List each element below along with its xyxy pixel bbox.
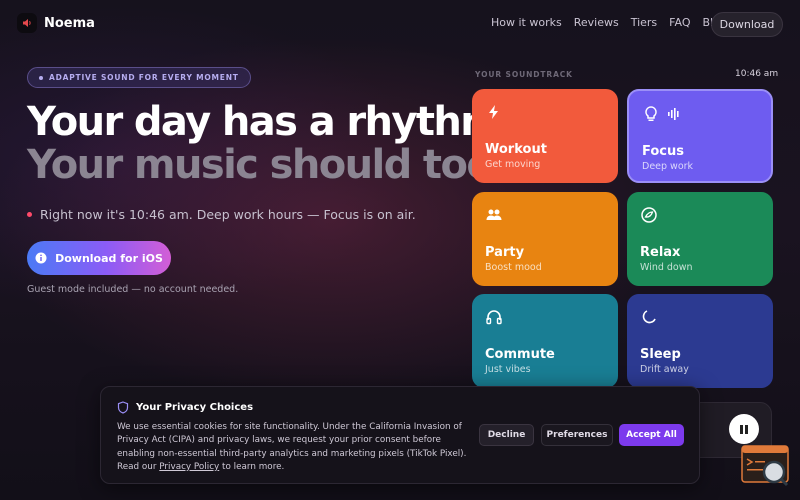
info-circle-icon [35, 252, 47, 264]
soundtrack-time: 10:46 am [735, 69, 779, 79]
brand-name: Noema [44, 15, 95, 31]
speaker-logo-icon [17, 13, 37, 33]
moon-icon [642, 310, 656, 324]
decline-button[interactable]: Decline [479, 424, 534, 446]
top-nav: Noema How it works Reviews Tiers FAQ Blo… [0, 0, 800, 48]
tagline-pill: ADAPTIVE SOUND FOR EVERY MOMENT [27, 67, 251, 88]
download-ios-button[interactable]: Download for iOS [27, 241, 171, 275]
waveform-icon [668, 108, 679, 120]
status-text: Right now it's 10:46 am. Deep work hours… [40, 207, 416, 222]
soundtrack-label: YOUR SOUNDTRACK [475, 70, 573, 79]
mood-card-title: Workout [485, 142, 547, 157]
mood-card-subtitle: Drift away [640, 364, 689, 375]
leaf-icon [641, 207, 657, 223]
shield-icon [117, 401, 129, 414]
accept-all-button[interactable]: Accept All [619, 424, 684, 446]
mood-card-workout[interactable]: Workout Get moving [472, 89, 618, 183]
pill-dot-icon [39, 75, 43, 80]
nav-download-button[interactable]: Download [711, 12, 783, 37]
mood-card-party[interactable]: Party Boost mood [472, 192, 618, 286]
mood-card-title: Sleep [640, 347, 681, 362]
mood-card-subtitle: Just vibes [485, 364, 531, 375]
pause-icon [745, 424, 748, 434]
headline-line-2: Your music should too. [27, 142, 507, 188]
mood-card-focus[interactable]: Focus Deep work [627, 89, 773, 183]
cookie-text-end: to learn more. [219, 461, 285, 472]
nav-link-how-it-works[interactable]: How it works [491, 16, 562, 29]
nav-link-reviews[interactable]: Reviews [574, 16, 619, 29]
brand[interactable]: Noema [17, 13, 95, 33]
cookie-title: Your Privacy Choices [136, 402, 254, 413]
nav-links: How it works Reviews Tiers FAQ Blog [491, 16, 739, 29]
mood-card-title: Focus [642, 144, 684, 159]
cookie-body: We use essential cookies for site functi… [117, 421, 473, 474]
tagline-text: ADAPTIVE SOUND FOR EVERY MOMENT [49, 73, 239, 82]
preferences-button[interactable]: Preferences [541, 424, 613, 446]
people-icon [486, 209, 502, 220]
headline-line-1: Your day has a rhythm. [27, 99, 516, 145]
privacy-policy-link[interactable]: Privacy Policy [159, 462, 219, 472]
mood-card-title: Commute [485, 347, 555, 362]
mood-card-title: Party [485, 245, 525, 260]
guest-mode-note: Guest mode included — no account needed. [27, 284, 239, 295]
mood-card-subtitle: Get moving [485, 159, 541, 170]
mood-card-commute[interactable]: Commute Just vibes [472, 294, 618, 388]
pause-button[interactable] [729, 414, 759, 444]
nav-link-tiers[interactable]: Tiers [631, 16, 657, 29]
code-search-widget-icon[interactable] [741, 445, 791, 487]
cookie-header: Your Privacy Choices [117, 401, 253, 414]
mood-card-subtitle: Wind down [640, 262, 693, 273]
mood-card-title: Relax [640, 245, 681, 260]
mood-card-subtitle: Deep work [642, 161, 694, 172]
lightning-icon [489, 105, 498, 119]
mood-card-sleep[interactable]: Sleep Drift away [627, 294, 773, 388]
lightbulb-icon [645, 106, 657, 121]
pause-icon [740, 424, 743, 434]
mood-card-subtitle: Boost mood [485, 262, 542, 273]
live-dot-icon [27, 212, 32, 217]
mood-card-relax[interactable]: Relax Wind down [627, 192, 773, 286]
now-playing-status: Right now it's 10:46 am. Deep work hours… [27, 207, 416, 222]
nav-link-faq[interactable]: FAQ [669, 16, 690, 29]
headphones-icon [486, 310, 502, 325]
download-ios-label: Download for iOS [55, 251, 163, 265]
